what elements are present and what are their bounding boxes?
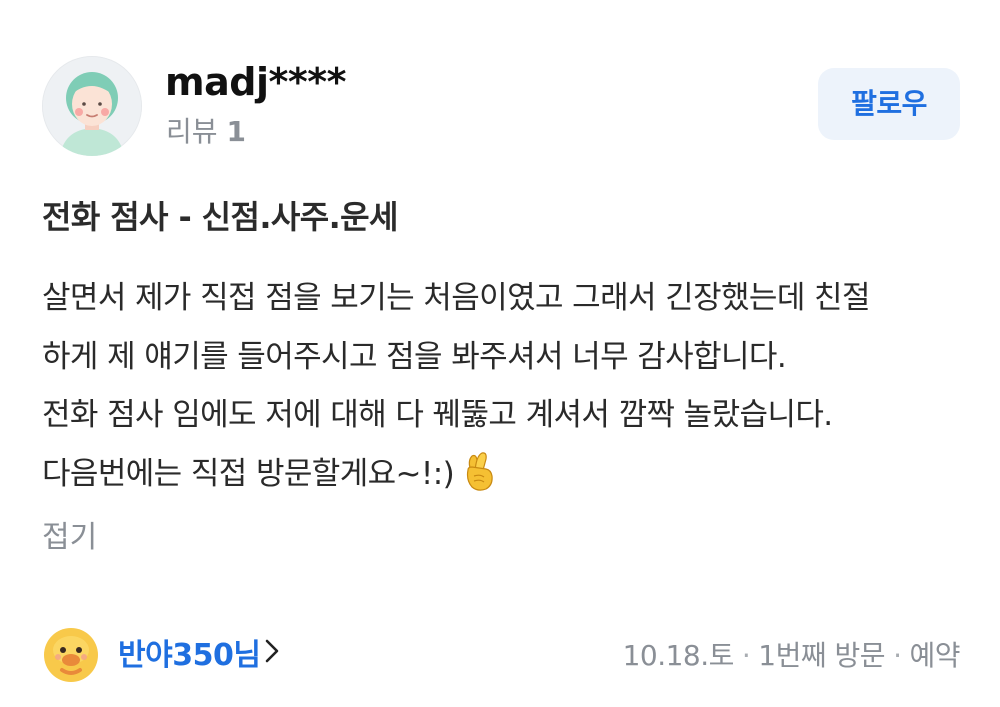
owner-profile-link[interactable]: 반야350님 (118, 634, 280, 678)
review-meta: 10.18.토 · 1번째 방문 · 예약 (622, 634, 961, 678)
reviewer-review-count: 리뷰 1 (166, 112, 246, 152)
owner-avatar[interactable] (42, 626, 100, 684)
visit-count: 1번째 방문 (758, 639, 886, 672)
crossed-fingers-icon (462, 450, 496, 508)
separator-dot: · (893, 639, 902, 672)
review-count-label: 리뷰 (166, 115, 218, 148)
separator-dot: · (741, 639, 751, 672)
fold-button[interactable]: 접기 (42, 516, 97, 560)
review-line: 살면서 제가 직접 점을 보기는 처음이였고 그래서 긴장했는데 친절 (42, 280, 870, 316)
review-line: 다음번에는 직접 방문할게요~!:) (42, 455, 455, 492)
review-card: madj**** 리뷰 1 팔로우 전화 점사 - 신점.사주.운세 살면서 제… (0, 0, 1000, 707)
reviewer-avatar[interactable] (42, 56, 142, 156)
duck-mascot-icon (44, 628, 98, 682)
follow-button[interactable]: 팔로우 (818, 68, 960, 140)
reviewer-username[interactable]: madj**** (165, 58, 346, 106)
review-line: 하게 제 얘기를 들어주시고 점을 봐주셔서 너무 감사합니다. (42, 338, 787, 375)
review-date: 10.18.토 (622, 639, 735, 672)
review-text: 살면서 제가 직접 점을 보기는 처음이였고 그래서 긴장했는데 친절 하게 제… (42, 272, 972, 506)
chevron-right-icon (264, 633, 280, 677)
review-count-number: 1 (226, 115, 246, 148)
owner-name: 반야350님 (118, 638, 261, 673)
person-avatar-icon (43, 57, 141, 156)
visit-type: 예약 (909, 639, 960, 672)
product-title: 전화 점사 - 신점.사주.운세 (42, 198, 398, 236)
review-line-last: 다음번에는 직접 방문할게요~!:) (42, 448, 972, 507)
review-line: 전화 점사 임에도 저에 대해 다 꿰뚫고 계셔서 깜짝 놀랐습니다. (42, 397, 833, 433)
